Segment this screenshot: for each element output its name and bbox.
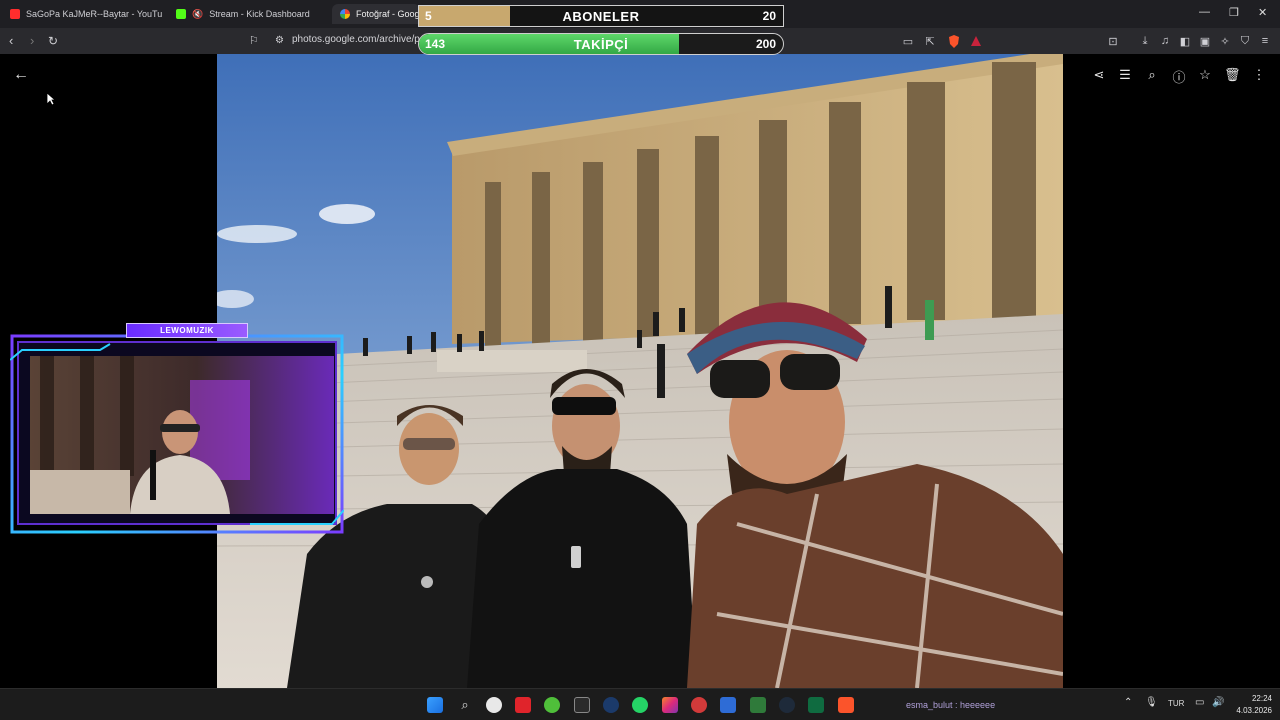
chat-app-icon[interactable] — [544, 697, 560, 713]
tab-kick-dashboard[interactable]: 🔇 Stream - Kick Dashboard — [168, 4, 328, 24]
share-icon[interactable]: ⋖ — [1091, 67, 1107, 83]
webcam-overlay: LEWOMUZIK — [9, 320, 345, 534]
brave-icon[interactable] — [838, 697, 854, 713]
subscriber-goal-bar: 5 ABONELER 20 — [418, 5, 784, 27]
clock-date: 4.03.2026 — [1236, 706, 1272, 715]
app-k-icon[interactable] — [720, 697, 736, 713]
brave-shields-icon[interactable] — [947, 34, 961, 48]
forward-icon[interactable]: › — [30, 33, 34, 49]
show-hidden-icons-icon[interactable]: ⌃ — [1124, 697, 1132, 708]
follower-goal-bar: 143 TAKİPÇİ 200 — [418, 33, 784, 55]
brave-rewards-icon[interactable] — [969, 34, 983, 48]
youtube-icon — [10, 9, 20, 19]
steam-icon[interactable] — [603, 697, 619, 713]
obs-icon[interactable] — [486, 697, 502, 713]
vpn-icon[interactable]: ⛉ — [1238, 34, 1252, 48]
webcam-frame — [9, 334, 345, 534]
clock[interactable]: 22:24 4.03.2026 — [1236, 693, 1272, 717]
back-icon[interactable]: ‹ — [9, 33, 13, 49]
kick-icon — [176, 9, 186, 19]
tab-youtube[interactable]: SaGoPa KaJMeR--Baytar - YouTube — [2, 4, 162, 24]
close-icon[interactable]: ✕ — [1258, 6, 1267, 19]
network-icon[interactable]: ▭ — [1195, 697, 1204, 708]
discord-icon[interactable] — [808, 697, 824, 713]
downloads-icon[interactable]: ⤓ — [1138, 34, 1152, 48]
app-l-icon[interactable] — [750, 697, 766, 713]
share-page-icon[interactable]: ⇱ — [923, 34, 937, 48]
address-input[interactable]: photos.google.com/archive/p — [292, 34, 422, 45]
wallet-icon[interactable]: ▣ — [1198, 34, 1212, 48]
minimize-icon[interactable]: — — [1199, 6, 1210, 18]
steam-alt-icon[interactable] — [779, 697, 795, 713]
bookmark-icon[interactable]: ⚐ — [249, 33, 259, 49]
leo-ai-icon[interactable]: ✧ — [1218, 34, 1232, 48]
menu-icon[interactable]: ≡ — [1258, 34, 1272, 48]
follower-goal-label: TAKİPÇİ — [573, 37, 629, 52]
epic-games-icon[interactable] — [574, 697, 590, 713]
media-icon[interactable]: ♫ — [1158, 34, 1172, 48]
info-icon[interactable]: ⓘ — [1171, 67, 1187, 86]
zoom-icon[interactable]: ⌕ — [1144, 67, 1160, 83]
subscriber-goal-target: 20 — [762, 9, 776, 23]
language-indicator[interactable]: TUR — [1168, 699, 1184, 708]
muted-speaker-icon[interactable]: 🔇 — [192, 9, 203, 20]
tab-label: SaGoPa KaJMeR--Baytar - YouTube — [26, 9, 162, 19]
follower-goal-target: 200 — [755, 37, 776, 51]
google-photos-icon — [340, 9, 350, 19]
whatsapp-icon[interactable] — [632, 697, 648, 713]
edit-icon[interactable]: ☰ — [1117, 67, 1133, 83]
volume-icon[interactable]: 🔊 — [1212, 697, 1224, 708]
subscriber-goal-label: ABONELER — [562, 9, 640, 24]
delete-icon[interactable]: 🗑 — [1224, 67, 1241, 83]
chat-preview: esma_bulut : heeeeee — [906, 700, 996, 710]
media-player-icon[interactable] — [691, 697, 707, 713]
clock-time: 22:24 — [1251, 694, 1272, 703]
webcam-name-tag: LEWOMUZIK — [126, 323, 248, 338]
instagram-icon[interactable] — [662, 697, 678, 713]
mouse-cursor-icon — [46, 92, 56, 106]
tab-label: Stream - Kick Dashboard — [209, 9, 310, 19]
tab-google-photos[interactable]: Fotoğraf - Google — [332, 4, 420, 24]
sidebar-icon[interactable]: ◧ — [1178, 34, 1192, 48]
taskbar: ⌕ esma_bulut : heeeeee ⌃ 🎙 TUR ▭ 🔊 22:24… — [0, 688, 1280, 720]
back-arrow-icon[interactable]: ← — [13, 66, 29, 84]
site-settings-icon[interactable]: ⚙ — [275, 33, 284, 49]
microphone-icon[interactable]: 🎙 — [1145, 697, 1158, 708]
tab-search-icon[interactable]: ⊡ — [1106, 34, 1120, 48]
tab-label: Fotoğraf - Google — [356, 9, 420, 19]
start-icon[interactable] — [427, 697, 443, 713]
more-options-icon[interactable]: ⋮ — [1251, 67, 1267, 83]
record-app-icon[interactable] — [515, 697, 531, 713]
favorite-star-icon[interactable]: ☆ — [1197, 67, 1213, 83]
search-icon[interactable]: ⌕ — [457, 697, 473, 713]
cast-icon[interactable]: ▭ — [901, 34, 915, 48]
restore-icon[interactable]: ❐ — [1229, 6, 1239, 19]
reload-icon[interactable]: ↻ — [48, 33, 58, 49]
